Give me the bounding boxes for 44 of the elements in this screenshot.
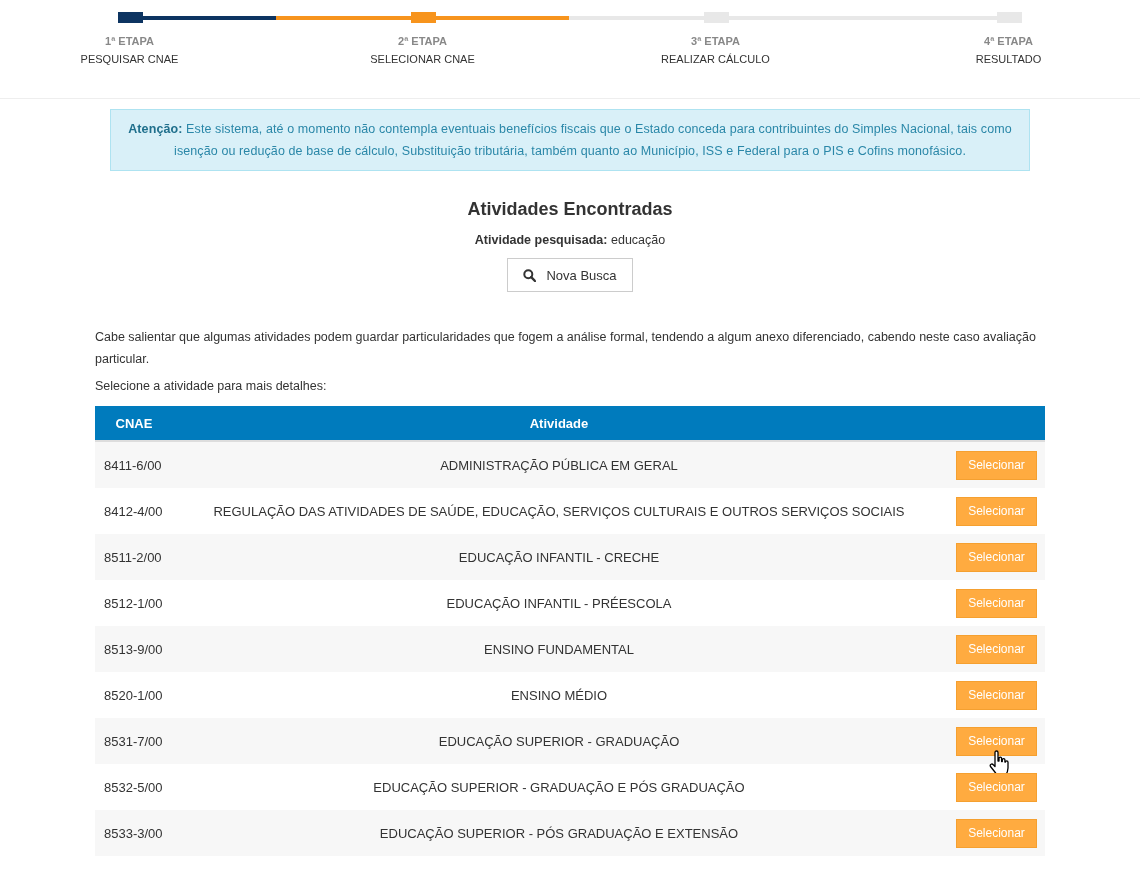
select-button[interactable]: Selecionar bbox=[956, 542, 1037, 572]
attention-notice: Atenção: Este sistema, até o momento não contempla eventuais benefícios fiscais que o Estado conceda para contribuintes do Simples Nacional, tais como isenção ou redução de base de cálculo, Substituição tributária, também quanto ao Município, ISS e Federal para o PIS e Cofins monofásico. bbox=[110, 109, 1030, 171]
select-button[interactable]: Selecionar bbox=[956, 450, 1037, 480]
disclaimer-text: Cabe salientar que algumas atividades podem guardar particularidades que fogem a análise formal, tendendo a algum anexo diferenciado, cabendo neste caso avaliação particular. bbox=[95, 329, 1037, 368]
table-cell-text: 8511-2/00 bbox=[103, 549, 163, 565]
table-cell-text: EDUCAÇÃO SUPERIOR - GRADUAÇÃO E PÓS GRADUAÇÃO bbox=[372, 779, 746, 795]
select-button[interactable]: Selecionar bbox=[956, 588, 1037, 618]
column-header: Atividade bbox=[528, 415, 590, 431]
table-cell-text: 8411-6/00 bbox=[103, 457, 163, 473]
table-cell-text: 8520-1/00 bbox=[103, 687, 164, 703]
step-label: RESULTADO bbox=[975, 53, 1042, 65]
table-cell-text: 8532-5/00 bbox=[103, 779, 164, 795]
table-cell-text: 8513-9/00 bbox=[103, 641, 164, 657]
table-cell-text: EDUCAÇÃO SUPERIOR - GRADUAÇÃO bbox=[437, 733, 681, 749]
instruction-text: Selecione a atividade para mais detalhes: bbox=[95, 379, 328, 393]
new-search-button[interactable]: Nova Busca bbox=[507, 258, 633, 292]
step-number: 1ª ETAPA bbox=[105, 35, 154, 47]
table-cell-text: 8412-4/00 bbox=[103, 503, 164, 519]
column-header: CNAE bbox=[114, 415, 154, 431]
select-button[interactable]: Selecionar bbox=[956, 634, 1037, 664]
step-label: REALIZAR CÁLCULO bbox=[661, 53, 770, 65]
step-number: 2ª ETAPA bbox=[398, 35, 447, 47]
table-cell-text: 8533-3/00 bbox=[103, 825, 164, 841]
table-cell-text: ENSINO MÉDIO bbox=[509, 687, 609, 703]
step-label: SELECIONAR CNAE bbox=[370, 53, 475, 65]
table-cell-text: ADMINISTRAÇÃO PÚBLICA EM GERAL bbox=[439, 457, 679, 473]
select-button[interactable]: Selecionar bbox=[956, 818, 1037, 848]
table-cell-text: ENSINO FUNDAMENTAL bbox=[483, 641, 635, 657]
select-button[interactable]: Selecionar bbox=[956, 680, 1037, 710]
searched-activity: Atividade pesquisada: educação bbox=[473, 233, 667, 247]
table-cell-text: REGULAÇÃO DAS ATIVIDADES DE SAÚDE, EDUCAÇÃO, SERVIÇOS CULTURAIS E OUTROS SERVIÇOS SOCIAIS bbox=[212, 503, 906, 519]
select-button[interactable]: Selecionar bbox=[956, 772, 1037, 802]
step-number: 4ª ETAPA bbox=[984, 35, 1033, 47]
step-number: 3ª ETAPA bbox=[691, 35, 740, 47]
search-icon bbox=[523, 268, 537, 282]
table-cell-text: EDUCAÇÃO SUPERIOR - PÓS GRADUAÇÃO E EXTENSÃO bbox=[378, 825, 740, 841]
step-label: PESQUISAR CNAE bbox=[80, 53, 179, 65]
section-title: Atividades Encontradas bbox=[466, 199, 674, 220]
select-button[interactable]: Selecionar bbox=[956, 726, 1037, 756]
select-button[interactable]: Selecionar bbox=[956, 496, 1037, 526]
table-cell-text: 8531-7/00 bbox=[103, 733, 164, 749]
table-cell-text: EDUCAÇÃO INFANTIL - PRÉESCOLA bbox=[445, 595, 673, 611]
table-cell-text: EDUCAÇÃO INFANTIL - CRECHE bbox=[457, 549, 661, 565]
table-cell-text: 8512-1/00 bbox=[103, 595, 164, 611]
